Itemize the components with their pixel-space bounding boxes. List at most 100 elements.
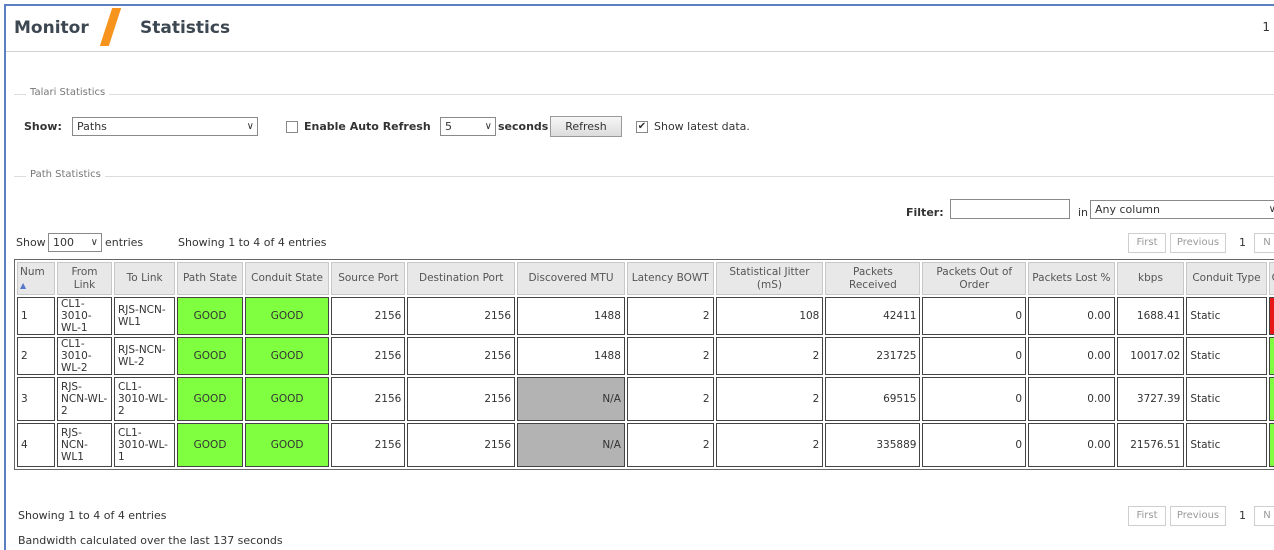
cell-conduit-state: GOOD <box>244 377 330 421</box>
breadcrumb-monitor[interactable]: Monitor <box>14 18 89 38</box>
chevron-down-icon: ∨ <box>246 121 254 132</box>
pager-previous-button-bottom[interactable]: Previous <box>1170 506 1226 526</box>
cell-to-link: RJS-NCN-WL-2 <box>113 337 176 375</box>
pager-previous-button-top[interactable]: Previous <box>1170 233 1226 253</box>
seconds-label: seconds <box>498 120 549 133</box>
cell-destination-port: 2156 <box>407 337 516 375</box>
refresh-interval-select[interactable]: 5 ∨ <box>440 117 496 136</box>
cell-conduit-type: Static <box>1186 423 1267 467</box>
cell-num: 3 <box>17 377 56 421</box>
column-header-kbps[interactable]: kbps <box>1116 262 1185 295</box>
chevron-down-icon: ∨ <box>1269 201 1274 218</box>
column-header-path-state[interactable]: Path State <box>177 262 243 295</box>
column-header-packets-received[interactable]: Packets Received <box>825 262 921 295</box>
sort-ascending-icon: ▲ <box>20 280 27 290</box>
column-header-latency-bowt[interactable]: Latency BOWT <box>626 262 714 295</box>
cell-destination-port: 2156 <box>407 377 516 421</box>
column-header-conduit-state[interactable]: Conduit State <box>244 262 330 295</box>
pager-current-page-top[interactable]: 1 <box>1239 232 1246 254</box>
cell-from-link: RJS-NCN-WL1 <box>57 423 112 467</box>
table-row: 4 RJS-NCN-WL1 CL1-3010-WL-1 GOOD GOOD 21… <box>17 423 1274 467</box>
cell-conduit-type: Static <box>1186 297 1267 335</box>
column-header-source-port[interactable]: Source Port <box>331 262 406 295</box>
column-header-conduit-type[interactable]: Conduit Type <box>1186 262 1267 295</box>
show-latest-checkbox[interactable]: ✔ <box>636 121 648 133</box>
cell-packets-lost: 0.00 <box>1028 423 1115 467</box>
cell-source-port: 2156 <box>331 377 406 421</box>
pager-next-button-bottom[interactable]: N <box>1254 506 1274 526</box>
cell-jitter: 108 <box>715 297 824 335</box>
cell-packets-received: 69515 <box>825 377 921 421</box>
cell-path-state: GOOD <box>177 337 243 375</box>
cell-latency: 2 <box>626 377 714 421</box>
cell-packets-received: 42411 <box>825 297 921 335</box>
column-header-from-link[interactable]: From Link <box>57 262 112 295</box>
column-header-discovered-mtu[interactable]: Discovered MTU <box>517 262 625 295</box>
pager-current-page-bottom[interactable]: 1 <box>1239 505 1246 527</box>
auto-refresh-checkbox[interactable] <box>286 121 298 133</box>
cell-latency: 2 <box>626 337 714 375</box>
cell-discovered-mtu: N/A <box>517 423 625 467</box>
cell-status-indicator <box>1268 423 1274 467</box>
page-title: Statistics <box>140 18 231 38</box>
column-header-statistical-jitter[interactable]: Statistical Jitter (mS) <box>715 262 824 295</box>
cell-num: 2 <box>17 337 56 375</box>
cell-num: 4 <box>17 423 56 467</box>
refresh-button[interactable]: Refresh <box>550 116 622 137</box>
cell-to-link: RJS-NCN-WL1 <box>113 297 176 335</box>
column-header-packets-lost[interactable]: Packets Lost % <box>1028 262 1115 295</box>
cell-conduit-state: GOOD <box>244 297 330 335</box>
entries-label: entries <box>105 236 144 249</box>
cell-destination-port: 2156 <box>407 423 516 467</box>
pager-first-button-bottom[interactable]: First <box>1128 506 1166 526</box>
column-header-co[interactable]: Co <box>1268 262 1274 295</box>
cell-status-indicator <box>1268 377 1274 421</box>
path-statistics-table: Num ▲ From Link To Link Path State Condu… <box>14 259 1274 470</box>
talari-controls: Show: Paths ∨ Enable Auto Refresh 5 ∨ se… <box>14 116 1274 138</box>
show-select-value: Paths <box>77 120 107 133</box>
breadcrumb-separator <box>99 8 122 46</box>
column-header-destination-port[interactable]: Destination Port <box>407 262 516 295</box>
show-select[interactable]: Paths ∨ <box>72 117 258 136</box>
cell-conduit-state: GOOD <box>244 337 330 375</box>
filter-column-select[interactable]: Any column ∨ <box>1090 200 1274 219</box>
entries-select[interactable]: 100 ∨ <box>48 233 102 252</box>
cell-source-port: 2156 <box>331 297 406 335</box>
cell-packets-out-of-order: 0 <box>922 377 1027 421</box>
table-row: 3 RJS-NCN-WL-2 CL1-3010-WL-2 GOOD GOOD 2… <box>17 377 1274 421</box>
cell-kbps: 21576.51 <box>1116 423 1185 467</box>
cell-packets-out-of-order: 0 <box>922 297 1027 335</box>
cell-conduit-type: Static <box>1186 337 1267 375</box>
show-entries-label: Show <box>16 236 46 249</box>
show-label: Show: <box>24 120 62 133</box>
path-statistics-legend: Path Statistics <box>26 169 105 180</box>
table-row: 1 CL1-3010-WL-1 RJS-NCN-WL1 GOOD GOOD 21… <box>17 297 1274 335</box>
cell-to-link: CL1-3010-WL-2 <box>113 377 176 421</box>
cell-packets-lost: 0.00 <box>1028 377 1115 421</box>
filter-column-value: Any column <box>1095 203 1160 216</box>
cell-status-indicator <box>1268 297 1274 335</box>
cell-to-link: CL1-3010-WL-1 <box>113 423 176 467</box>
table-header-row: Num ▲ From Link To Link Path State Condu… <box>17 262 1274 295</box>
cell-packets-lost: 0.00 <box>1028 337 1115 375</box>
bandwidth-note: Bandwidth calculated over the last 137 s… <box>18 534 283 547</box>
table-row: 2 CL1-3010-WL-2 RJS-NCN-WL-2 GOOD GOOD 2… <box>17 337 1274 375</box>
cell-path-state: GOOD <box>177 423 243 467</box>
cell-packets-received: 335889 <box>825 423 921 467</box>
refresh-interval-value: 5 <box>445 120 452 133</box>
pager-next-button-top[interactable]: N <box>1254 233 1274 253</box>
cell-kbps: 3727.39 <box>1116 377 1185 421</box>
cell-packets-received: 231725 <box>825 337 921 375</box>
cell-jitter: 2 <box>715 377 824 421</box>
talari-statistics-legend: Talari Statistics <box>26 87 110 98</box>
cell-path-state: GOOD <box>177 377 243 421</box>
column-header-num[interactable]: Num ▲ <box>17 262 56 295</box>
cell-jitter: 2 <box>715 337 824 375</box>
column-header-packets-out-of-order[interactable]: Packets Out of Order <box>922 262 1027 295</box>
column-header-to-link[interactable]: To Link <box>113 262 176 295</box>
filter-input[interactable] <box>950 199 1070 219</box>
cell-packets-out-of-order: 0 <box>922 337 1027 375</box>
cell-discovered-mtu: 1488 <box>517 297 625 335</box>
cell-conduit-state: GOOD <box>244 423 330 467</box>
pager-first-button-top[interactable]: First <box>1128 233 1166 253</box>
